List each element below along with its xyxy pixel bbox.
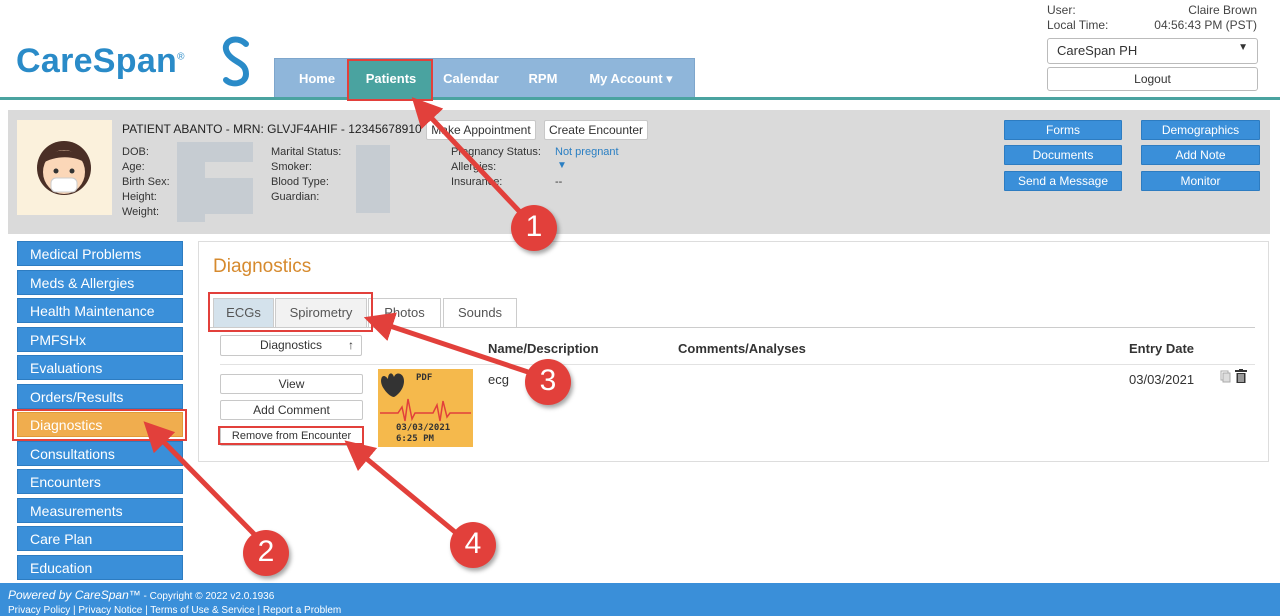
label-blood-type: Blood Type: — [271, 176, 329, 188]
nav-home[interactable]: Home — [285, 59, 349, 99]
annotation-badge-4: 4 — [450, 522, 496, 568]
highlight-box — [208, 292, 373, 332]
row-divider — [220, 364, 1255, 365]
row-name: ecg — [488, 372, 509, 387]
label-birth-sex: Birth Sex: — [122, 176, 170, 188]
label-guardian: Guardian: — [271, 191, 320, 203]
redacted-value — [177, 142, 253, 162]
sidebar-item-evaluations[interactable]: Evaluations — [17, 355, 183, 380]
arrow-4 — [344, 440, 457, 534]
annotation-badge-2: 2 — [243, 530, 289, 576]
thumb-pdf-label: PDF — [416, 373, 433, 383]
avatar-icon — [37, 141, 91, 195]
time-label: Local Time: — [1047, 18, 1109, 32]
col-comments-analyses: Comments/Analyses — [678, 341, 806, 356]
sidebar-item-orders-results[interactable]: Orders/Results — [17, 384, 183, 409]
footer-powered: Powered by CareSpan™ — [8, 588, 141, 602]
nav-calendar[interactable]: Calendar — [435, 59, 507, 99]
label-marital-status: Marital Status: — [271, 146, 342, 158]
user-info: User: Claire Brown Local Time: 04:56:43 PM… — [1047, 3, 1257, 33]
thumb-time: 6:25 PM — [396, 434, 434, 444]
main-nav: Home Patients Calendar RPM My Account ▾ — [274, 58, 695, 99]
insurance-value: -- — [555, 176, 563, 188]
carespan-logo: CareSpan® — [16, 36, 266, 88]
sidebar-item-health-maintenance[interactable]: Health Maintenance — [17, 298, 183, 323]
label-height: Height: — [122, 191, 157, 203]
highlight-box — [347, 59, 433, 101]
footer-links[interactable]: Privacy Policy | Privacy Notice | Terms … — [8, 605, 341, 616]
forms-button[interactable]: Forms — [1004, 120, 1122, 140]
sort-diagnostics-button[interactable]: Diagnostics ↑ — [220, 335, 362, 356]
footer: Powered by CareSpan™ - Copyright © 2022 … — [0, 583, 1280, 616]
footer-copyright: - Copyright © 2022 v2.0.1936 — [140, 591, 275, 602]
label-dob: DOB: — [122, 146, 149, 158]
add-note-button[interactable]: Add Note — [1141, 145, 1260, 165]
tab-sounds[interactable]: Sounds — [443, 298, 517, 328]
logo-text: CareSpan® — [16, 42, 185, 80]
user-name: Claire Brown — [1188, 3, 1257, 17]
demographics-button[interactable]: Demographics — [1141, 120, 1260, 140]
send-message-button[interactable]: Send a Message — [1004, 171, 1122, 191]
col-entry-date: Entry Date — [1129, 341, 1195, 356]
row-date: 03/03/2021 — [1129, 372, 1195, 387]
label-insurance: Insurance: — [451, 176, 503, 188]
logo-s-icon — [223, 36, 250, 87]
annotation-badge-1: 1 — [511, 205, 557, 251]
trash-icon[interactable] — [1235, 369, 1247, 383]
label-smoker: Smoker: — [271, 161, 312, 173]
redacted-value — [205, 178, 253, 214]
site-select-value: CareSpan PH — [1057, 43, 1138, 58]
patient-avatar — [17, 120, 112, 215]
sidebar-item-meds-allergies[interactable]: Meds & Allergies — [17, 270, 183, 295]
tab-photos[interactable]: Photos — [368, 298, 441, 328]
label-pregnancy-status: Pregnancy Status: — [451, 146, 541, 158]
label-age: Age: — [122, 161, 145, 173]
caret-down-icon: ▼ — [1238, 42, 1248, 53]
patient-title: PATIENT ABANTO - MRN: GLVJF4AHIF - 12345… — [122, 122, 422, 136]
ecg-thumbnail[interactable]: PDF 03/03/2021 6:25 PM — [378, 369, 473, 447]
create-encounter-button[interactable]: Create Encounter — [544, 120, 648, 140]
sidebar-item-care-plan[interactable]: Care Plan — [17, 526, 183, 551]
redacted-value — [177, 162, 205, 222]
nav-rpm[interactable]: RPM — [515, 59, 571, 99]
sort-label: Diagnostics — [259, 338, 323, 352]
logout-button[interactable]: Logout — [1047, 67, 1258, 91]
highlight-box — [218, 426, 364, 445]
col-name-description: Name/Description — [488, 341, 599, 356]
thumb-date: 03/03/2021 — [396, 423, 451, 433]
sidebar-item-education[interactable]: Education — [17, 555, 183, 580]
label-allergies: Allergies: — [451, 161, 497, 173]
redacted-value — [356, 145, 390, 213]
site-select[interactable]: CareSpan PH ▼ — [1047, 38, 1258, 64]
view-button[interactable]: View — [220, 374, 363, 394]
highlight-box — [12, 409, 187, 441]
annotation-badge-3: 3 — [525, 359, 571, 405]
allergies-expand-icon[interactable]: ▼ — [557, 158, 567, 173]
sidebar-item-pmfshx[interactable]: PMFSHx — [17, 327, 183, 352]
sort-arrow-icon: ↑ — [348, 338, 354, 352]
nav-my-account[interactable]: My Account ▾ — [575, 59, 687, 99]
local-time: 04:56:43 PM (PST) — [1154, 18, 1257, 32]
add-comment-button[interactable]: Add Comment — [220, 400, 363, 420]
documents-button[interactable]: Documents — [1004, 145, 1122, 165]
user-label: User: — [1047, 3, 1076, 17]
monitor-button[interactable]: Monitor — [1141, 171, 1260, 191]
label-weight: Weight: — [122, 206, 160, 218]
make-appointment-button[interactable]: Make Appointment — [426, 120, 536, 140]
sidebar-item-encounters[interactable]: Encounters — [17, 469, 183, 494]
sidebar-item-medical-problems[interactable]: Medical Problems — [17, 241, 183, 266]
sidebar-item-consultations[interactable]: Consultations — [17, 441, 183, 466]
header-divider — [0, 97, 1280, 100]
copy-icon[interactable] — [1220, 370, 1231, 383]
page-title: Diagnostics — [213, 256, 312, 277]
sidebar-item-measurements[interactable]: Measurements — [17, 498, 183, 523]
